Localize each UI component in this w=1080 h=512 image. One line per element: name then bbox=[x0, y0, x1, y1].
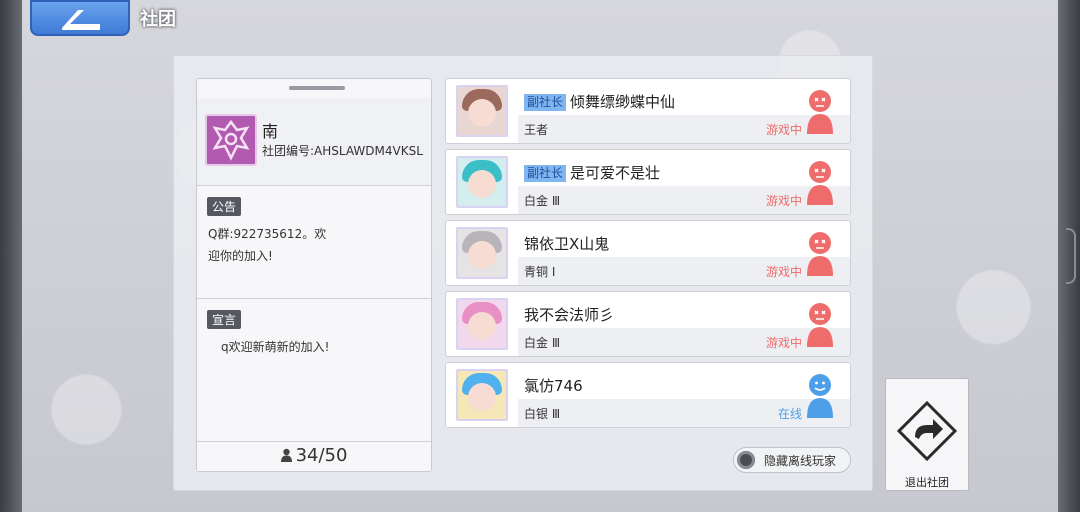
card-handle bbox=[289, 86, 345, 90]
in-game-status-icon bbox=[807, 161, 833, 205]
back-button[interactable] bbox=[30, 0, 130, 36]
member-name-line: 我不会法师彡 bbox=[524, 304, 614, 325]
member-name: 是可爱不是壮 bbox=[570, 164, 661, 182]
role-badge: 副社长 bbox=[524, 94, 567, 111]
member-avatar bbox=[456, 156, 508, 208]
club-info-card: 南 社团编号:AHSLAWDM4VKSL 公告 Q群:922735612。欢迎你… bbox=[196, 78, 432, 472]
club-id: 社团编号:AHSLAWDM4VKSL bbox=[262, 144, 423, 158]
member-count: 34/50 bbox=[197, 441, 431, 471]
member-avatar bbox=[456, 227, 508, 279]
member-list: 副社长 倾舞缥缈蝶中仙 王者 游戏中 副社长 是可爱不是壮 白金 Ⅲ 游戏中 锦依卫… bbox=[445, 78, 851, 433]
hide-offline-label: 隐藏离线玩家 bbox=[764, 454, 837, 468]
member-row[interactable]: 我不会法师彡 白金 Ⅲ 游戏中 bbox=[445, 291, 851, 357]
member-status: 游戏中 bbox=[765, 265, 802, 279]
member-name: 氯仿746 bbox=[524, 377, 583, 395]
club-header: 南 社团编号:AHSLAWDM4VKSL bbox=[197, 98, 431, 186]
member-rank: 白金 Ⅲ bbox=[524, 336, 561, 350]
role-badge: 副社长 bbox=[524, 165, 567, 182]
member-status: 游戏中 bbox=[765, 336, 802, 350]
declaration-section: 宣言 q欢迎新萌新的加入! bbox=[197, 300, 431, 442]
hide-offline-toggle[interactable]: 隐藏离线玩家 bbox=[733, 447, 851, 473]
announcement-section: 公告 Q群:922735612。欢迎你的加入! bbox=[197, 187, 431, 299]
member-rank: 王者 bbox=[524, 123, 549, 137]
member-name-line: 副社长 是可爱不是壮 bbox=[524, 162, 660, 183]
member-status: 在线 bbox=[777, 407, 802, 421]
in-game-status-icon bbox=[807, 90, 833, 134]
in-game-status-icon bbox=[807, 303, 833, 347]
member-name-line: 锦依卫X山鬼 bbox=[524, 233, 609, 254]
member-row[interactable]: 副社长 倾舞缥缈蝶中仙 王者 游戏中 bbox=[445, 78, 851, 144]
toggle-knob bbox=[737, 451, 755, 469]
member-name: 我不会法师彡 bbox=[524, 306, 615, 324]
member-name: 倾舞缥缈蝶中仙 bbox=[570, 93, 676, 111]
online-status-icon bbox=[807, 374, 833, 418]
exit-arrow-icon bbox=[896, 400, 958, 462]
member-avatar bbox=[456, 369, 508, 421]
announcement-tag: 公告 bbox=[207, 197, 242, 216]
member-status: 游戏中 bbox=[765, 123, 802, 137]
member-status: 游戏中 bbox=[765, 194, 802, 208]
declaration-text: q欢迎新萌新的加入! bbox=[221, 340, 330, 354]
declaration-tag: 宣言 bbox=[207, 310, 242, 329]
member-row[interactable]: 副社长 是可爱不是壮 白金 Ⅲ 游戏中 bbox=[445, 149, 851, 215]
member-rank: 白金 Ⅲ bbox=[524, 194, 561, 208]
member-row[interactable]: 氯仿746 白银 Ⅲ 在线 bbox=[445, 362, 851, 428]
member-name-line: 副社长 倾舞缥缈蝶中仙 bbox=[524, 91, 675, 112]
back-arrow-icon bbox=[62, 10, 100, 30]
member-avatar bbox=[456, 85, 508, 137]
member-name: 锦依卫X山鬼 bbox=[524, 235, 610, 253]
member-name-line: 氯仿746 bbox=[524, 375, 583, 396]
member-row[interactable]: 锦依卫X山鬼 青铜 Ⅰ 游戏中 bbox=[445, 220, 851, 286]
club-name: 南 bbox=[262, 122, 279, 141]
right-edge-notch bbox=[1066, 228, 1076, 284]
member-count-value: 34/50 bbox=[295, 445, 348, 466]
exit-club-button[interactable]: 退出社团 bbox=[885, 378, 969, 491]
left-frame-edge bbox=[0, 0, 22, 512]
member-rank: 青铜 Ⅰ bbox=[524, 265, 556, 279]
person-icon bbox=[280, 448, 292, 462]
right-frame-edge bbox=[1058, 0, 1080, 512]
member-avatar bbox=[456, 298, 508, 350]
page-title: 社团 bbox=[140, 9, 176, 30]
announcement-text: Q群:922735612。欢迎你的加入! bbox=[208, 227, 327, 263]
in-game-status-icon bbox=[807, 232, 833, 276]
member-rank: 白银 Ⅲ bbox=[524, 407, 561, 421]
exit-club-label: 退出社团 bbox=[905, 476, 949, 489]
club-emblem-icon bbox=[205, 114, 257, 166]
